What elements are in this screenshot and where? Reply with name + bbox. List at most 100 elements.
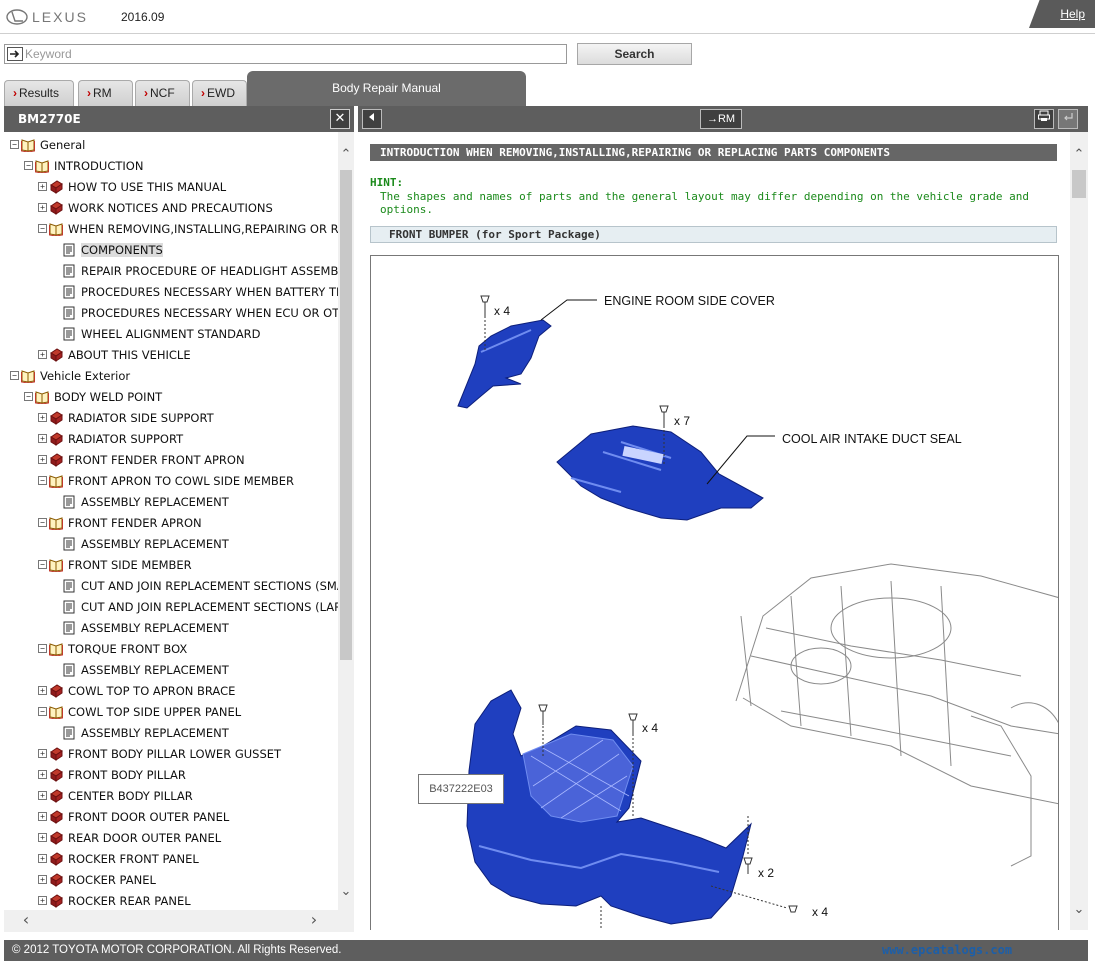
tree-item[interactable]: + CENTER BODY PILLAR — [38, 785, 193, 806]
tree-item[interactable]: + RADIATOR SUPPORT — [38, 428, 183, 449]
tree-item-label[interactable]: FRONT BODY PILLAR LOWER GUSSET — [68, 747, 281, 761]
scroll-right-icon[interactable]: › — [306, 912, 322, 928]
tree-item-label[interactable]: CUT AND JOIN REPLACEMENT SECTIONS (SMALL — [81, 579, 338, 593]
tree-item-label[interactable]: ROCKER PANEL — [68, 873, 156, 887]
tree-item[interactable]: + ROCKER PANEL — [38, 869, 156, 890]
scroll-down-icon[interactable]: ⌄ — [338, 884, 354, 900]
expand-icon[interactable]: + — [38, 686, 47, 695]
tab-ewd[interactable]: › EWD — [192, 80, 247, 106]
expand-icon[interactable]: + — [38, 770, 47, 779]
tree-item-label[interactable]: WORK NOTICES AND PRECAUTIONS — [68, 201, 273, 215]
tree-item[interactable]: COMPONENTS — [51, 239, 163, 260]
content-scroll-thumb[interactable] — [1072, 170, 1086, 198]
tree-item-label[interactable]: REAR DOOR OUTER PANEL — [68, 831, 221, 845]
close-panel-button[interactable]: ✕ — [330, 109, 350, 129]
navigation-tree[interactable]: − General − INTRODUCTION + HOW TO USE THIS MA… — [4, 132, 338, 910]
collapse-panel-button[interactable] — [362, 109, 382, 129]
tree-item[interactable]: − FRONT SIDE MEMBER — [38, 554, 192, 575]
tree-item[interactable]: + WORK NOTICES AND PRECAUTIONS — [38, 197, 273, 218]
search-box[interactable] — [4, 44, 567, 64]
tree-item-label[interactable]: FRONT FENDER FRONT APRON — [68, 453, 245, 467]
tree-item-label[interactable]: ASSEMBLY REPLACEMENT — [81, 726, 229, 740]
expand-icon[interactable]: + — [38, 203, 47, 212]
tree-horizontal-scrollbar[interactable]: ‹ › — [4, 910, 354, 932]
tree-item-label[interactable]: COMPONENTS — [81, 242, 163, 257]
tree-item-label[interactable]: COWL TOP TO APRON BRACE — [68, 684, 235, 698]
tree-item-label[interactable]: ROCKER REAR PANEL — [68, 894, 191, 908]
tree-item[interactable]: − TORQUE FRONT BOX — [38, 638, 187, 659]
tree-item-label[interactable]: ASSEMBLY REPLACEMENT — [81, 621, 229, 635]
collapse-icon[interactable]: − — [38, 707, 47, 716]
expand-icon[interactable]: + — [38, 833, 47, 842]
tree-item-label[interactable]: FRONT DOOR OUTER PANEL — [68, 810, 229, 824]
search-button[interactable]: Search — [577, 43, 692, 65]
collapse-icon[interactable]: − — [10, 140, 19, 149]
print-button[interactable] — [1034, 109, 1054, 129]
tree-item[interactable]: − FRONT FENDER APRON — [38, 512, 202, 533]
tree-item[interactable]: − General — [10, 134, 85, 155]
tree-item-label[interactable]: RADIATOR SIDE SUPPORT — [68, 411, 214, 425]
tree-item-label[interactable]: Vehicle Exterior — [40, 369, 130, 383]
tree-item-label[interactable]: FRONT BODY PILLAR — [68, 768, 186, 782]
tree-item[interactable]: ASSEMBLY REPLACEMENT — [51, 491, 229, 512]
tab-rm[interactable]: › RM — [78, 80, 133, 106]
tree-item[interactable]: − Vehicle Exterior — [10, 365, 130, 386]
tree-item-label[interactable]: FRONT SIDE MEMBER — [68, 558, 192, 572]
scroll-up-icon[interactable]: ⌃ — [338, 147, 354, 163]
tree-item-label[interactable]: FRONT FENDER APRON — [68, 516, 202, 530]
tree-item[interactable]: − INTRODUCTION — [24, 155, 143, 176]
expand-icon[interactable]: + — [38, 749, 47, 758]
tab-body-repair-manual[interactable]: Body Repair Manual — [247, 71, 526, 106]
tree-item-label[interactable]: HOW TO USE THIS MANUAL — [68, 180, 226, 194]
back-button[interactable] — [1058, 109, 1078, 129]
tree-item-label[interactable]: PROCEDURES NECESSARY WHEN ECU OR OTHER — [81, 306, 338, 320]
tree-item-label[interactable]: TORQUE FRONT BOX — [68, 642, 187, 656]
tab-ncf[interactable]: › NCF — [135, 80, 190, 106]
help-link[interactable]: Help — [1060, 7, 1085, 21]
tree-item[interactable]: + ROCKER FRONT PANEL — [38, 848, 199, 869]
tree-item[interactable]: + FRONT FENDER FRONT APRON — [38, 449, 245, 470]
collapse-icon[interactable]: − — [24, 392, 33, 401]
tree-item[interactable]: REPAIR PROCEDURE OF HEADLIGHT ASSEMBLY — [51, 260, 338, 281]
tree-item-label[interactable]: ASSEMBLY REPLACEMENT — [81, 663, 229, 677]
scroll-down-icon[interactable]: ⌄ — [1071, 902, 1087, 918]
tree-item-label[interactable]: FRONT APRON TO COWL SIDE MEMBER — [68, 474, 294, 488]
expand-icon[interactable]: + — [38, 182, 47, 191]
tree-item-label[interactable]: COWL TOP SIDE UPPER PANEL — [68, 705, 241, 719]
collapse-icon[interactable]: − — [38, 644, 47, 653]
tree-item-label[interactable]: ABOUT THIS VEHICLE — [68, 348, 191, 362]
content-vertical-scrollbar[interactable]: ⌃ ⌄ — [1070, 132, 1088, 930]
tree-item[interactable]: PROCEDURES NECESSARY WHEN BATTERY TERM — [51, 281, 338, 302]
tree-item-label[interactable]: ROCKER FRONT PANEL — [68, 852, 199, 866]
tree-item[interactable]: − BODY WELD POINT — [24, 386, 162, 407]
expand-icon[interactable]: + — [38, 896, 47, 905]
tree-item[interactable]: CUT AND JOIN REPLACEMENT SECTIONS (LARGE — [51, 596, 338, 617]
tree-item-label[interactable]: REPAIR PROCEDURE OF HEADLIGHT ASSEMBLY — [81, 264, 338, 278]
tree-item-label[interactable]: RADIATOR SUPPORT — [68, 432, 183, 446]
tree-item[interactable]: + FRONT BODY PILLAR LOWER GUSSET — [38, 743, 281, 764]
tree-item[interactable]: PROCEDURES NECESSARY WHEN ECU OR OTHER — [51, 302, 338, 323]
expand-icon[interactable]: + — [38, 791, 47, 800]
tree-scroll-thumb[interactable] — [340, 170, 352, 660]
collapse-icon[interactable]: − — [38, 224, 47, 233]
tree-item-label[interactable]: CUT AND JOIN REPLACEMENT SECTIONS (LARGE — [81, 600, 338, 614]
tree-item[interactable]: + RADIATOR SIDE SUPPORT — [38, 407, 214, 428]
tree-item[interactable]: WHEEL ALIGNMENT STANDARD — [51, 323, 261, 344]
tree-item[interactable]: − COWL TOP SIDE UPPER PANEL — [38, 701, 241, 722]
collapse-icon[interactable]: − — [38, 560, 47, 569]
tree-item-label[interactable]: General — [40, 138, 85, 152]
tree-item-label[interactable]: CENTER BODY PILLAR — [68, 789, 193, 803]
tree-item[interactable]: ASSEMBLY REPLACEMENT — [51, 617, 229, 638]
tree-item[interactable]: ASSEMBLY REPLACEMENT — [51, 533, 229, 554]
tree-item-label[interactable]: INTRODUCTION — [54, 159, 143, 173]
tree-item-label[interactable]: WHEN REMOVING,INSTALLING,REPAIRING OR R — [68, 222, 338, 236]
expand-icon[interactable]: + — [38, 875, 47, 884]
jump-to-rm-button[interactable]: →RM — [700, 109, 742, 129]
expand-icon[interactable]: + — [38, 434, 47, 443]
tree-item[interactable]: ASSEMBLY REPLACEMENT — [51, 722, 229, 743]
tree-item[interactable]: + FRONT DOOR OUTER PANEL — [38, 806, 229, 827]
tree-item[interactable]: + REAR DOOR OUTER PANEL — [38, 827, 221, 848]
tab-results[interactable]: › Results — [4, 80, 74, 106]
expand-icon[interactable]: + — [38, 812, 47, 821]
tree-item[interactable]: CUT AND JOIN REPLACEMENT SECTIONS (SMALL — [51, 575, 338, 596]
